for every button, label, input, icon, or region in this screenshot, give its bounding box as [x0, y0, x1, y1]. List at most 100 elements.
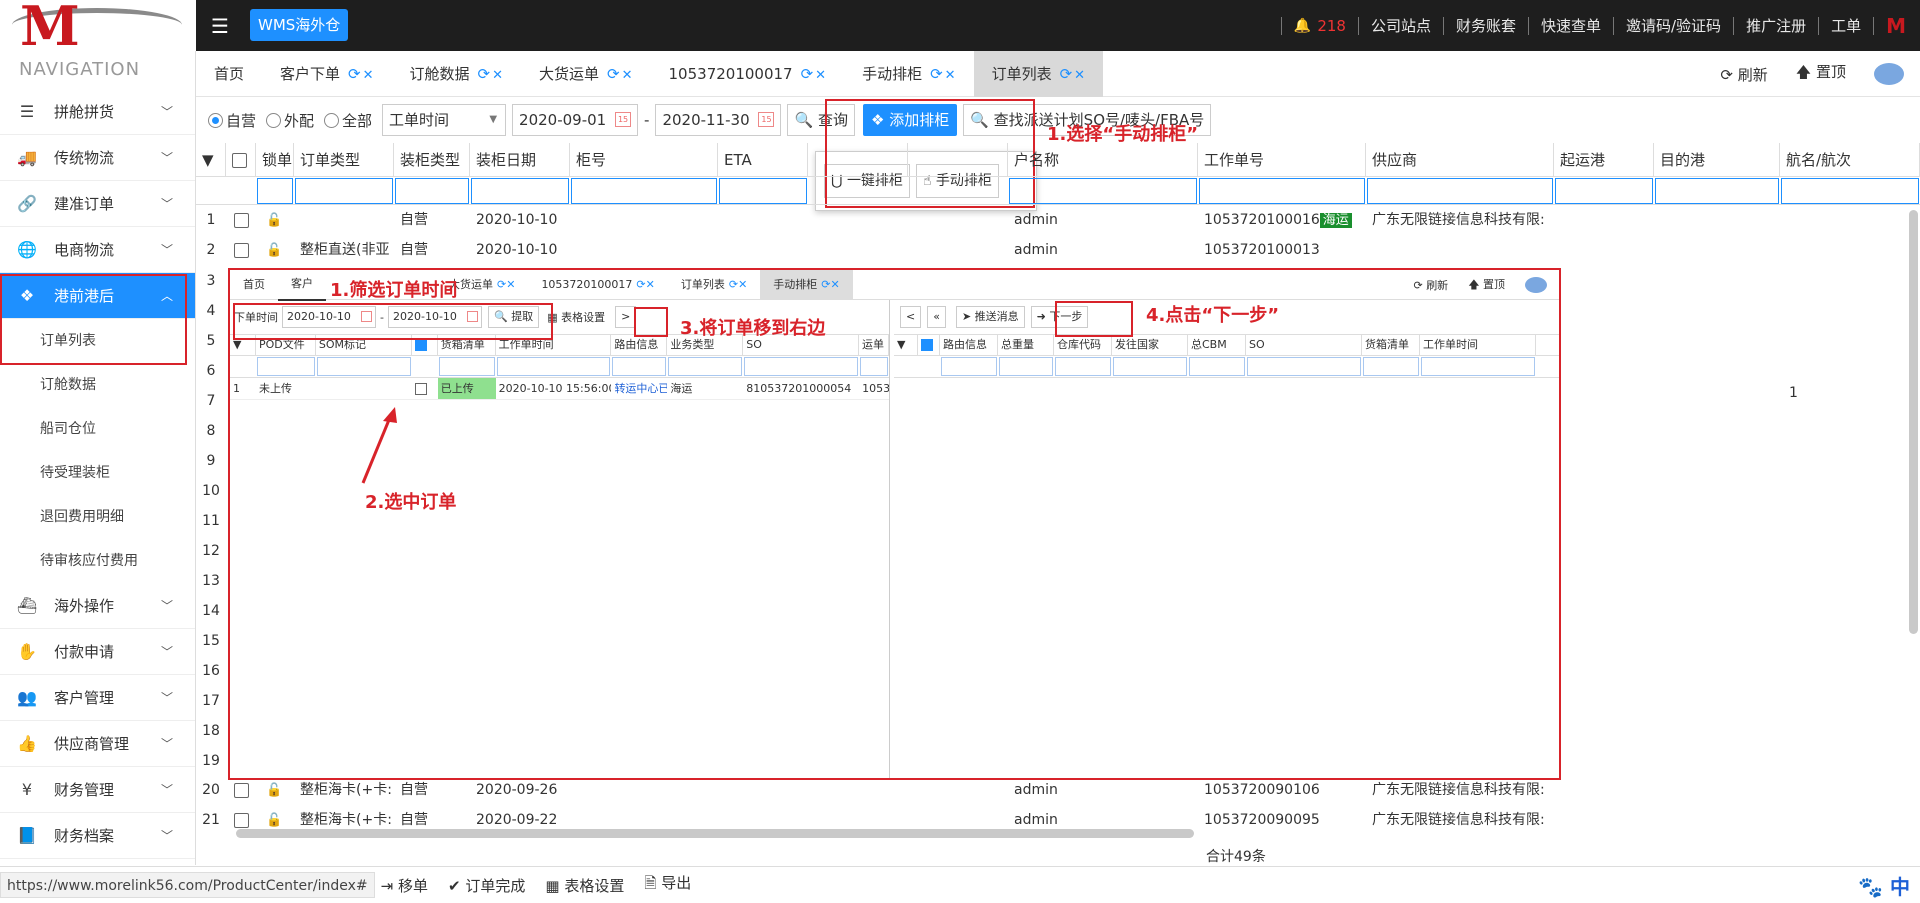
filter-input[interactable] [571, 178, 717, 204]
lock-open-icon[interactable]: 🔓 [256, 205, 294, 235]
order-complete-button[interactable]: ✔ 订单完成 [448, 875, 525, 896]
col-warehouse-code[interactable]: 仓库代码 [1054, 335, 1112, 355]
time-type-select[interactable]: 工单时间 [382, 104, 507, 136]
sidebar-item-consolidation[interactable]: ☰ 拼舱拼货 ﹀ [0, 89, 195, 135]
topnav-finance-books[interactable]: 财务账套 [1456, 15, 1516, 36]
col-lock[interactable]: 锁单 [256, 143, 294, 176]
move-order-button[interactable]: ⇥ 移单 [381, 875, 428, 896]
cell-job-no[interactable]: 1053720100013 [1198, 235, 1366, 265]
topnav-invite-code[interactable]: 邀请码/验证码 [1626, 15, 1721, 36]
filter-input[interactable] [744, 357, 859, 376]
grid-settings-button[interactable]: ▦ 表格设置 [547, 309, 605, 325]
sidebar-sub-pending-loading[interactable]: 待受理装柜 [0, 451, 195, 495]
col-waybill[interactable]: 运单 [859, 335, 889, 355]
table-row[interactable]: 1 未上传 已上传 2020-10-10 15:56:00 转运中心已 海运 8… [230, 378, 889, 400]
sidebar-item-payment[interactable]: ✋ 付款申请 ﹀ [0, 629, 195, 675]
col-load-date[interactable]: 装柜日期 [470, 143, 570, 176]
checkbox-checked[interactable] [414, 339, 427, 351]
inset-tab-home[interactable]: 首页 [230, 270, 278, 300]
radio-self[interactable]: 自营 [208, 110, 256, 131]
row-checkbox[interactable] [412, 378, 438, 399]
filter-icon[interactable]: ▼ [196, 143, 226, 176]
sidebar-item-customers[interactable]: 👥 客户管理 ﹀ [0, 675, 195, 721]
refresh-icon[interactable]: ⟳✕ [729, 278, 747, 291]
table-settings-button[interactable]: ▦ 表格设置 [545, 875, 624, 896]
tab-cargo-waybill[interactable]: 大货运单 ⟳ ✕ [521, 51, 651, 97]
filter-input[interactable] [612, 357, 667, 376]
col-order-type[interactable]: 订单类型 [294, 143, 394, 176]
sidebar-sub-pending-payable[interactable]: 待审核应付费用 [0, 539, 195, 583]
filter-input[interactable] [1113, 357, 1187, 376]
inset-top-button[interactable]: 🡅 置顶 [1468, 276, 1505, 295]
sidebar-item-finance[interactable]: ¥ 财务管理 ﹀ [0, 767, 195, 813]
vertical-scrollbar[interactable] [1909, 210, 1918, 634]
select-all-checkbox[interactable] [918, 335, 940, 355]
close-icon[interactable]: ✕ [492, 68, 503, 83]
radio-all[interactable]: 全部 [324, 110, 372, 131]
topnav-work-order[interactable]: 工单 [1831, 15, 1861, 36]
col-total-cbm[interactable]: 总CBM [1188, 335, 1246, 355]
table-row[interactable]: 2 🔓 整柜直送(非亚 自营 2020-10-10 admin 10537201… [196, 235, 1920, 265]
sidebar-sub-booking-data[interactable]: 订舱数据 [0, 363, 195, 407]
lock-open-icon[interactable]: 🔓 [256, 235, 294, 265]
refresh-icon[interactable]: ⟳ [930, 65, 943, 83]
refresh-icon[interactable]: ⟳ [1060, 65, 1073, 83]
sidebar-item-traditional[interactable]: 🚚 传统物流 ﹀ [0, 135, 195, 181]
filter-input[interactable] [257, 178, 293, 204]
col-eta[interactable]: ETA [718, 143, 808, 176]
export-button[interactable]: 🗎 导出 [644, 872, 691, 898]
close-icon[interactable]: ✕ [363, 68, 374, 83]
sidebar-item-finance-archive[interactable]: 📘 财务档案 ﹀ [0, 813, 195, 859]
tab-order-list[interactable]: 订单列表 ⟳ ✕ [973, 50, 1104, 97]
pin-top-button[interactable]: 🡅 置顶 [1796, 61, 1846, 87]
filter-input[interactable] [471, 178, 569, 204]
bell-icon[interactable]: 🔔 [1294, 18, 1311, 34]
checkbox[interactable] [232, 153, 247, 168]
col-container-no[interactable]: 柜号 [570, 143, 718, 176]
table-row[interactable]: 1 🔓 自营 2020-10-10 admin 1053720100016 海运 … [196, 205, 1920, 235]
filter-input[interactable] [1421, 357, 1535, 376]
inset-refresh-button[interactable]: ⟳ 刷新 [1413, 277, 1448, 293]
tab-customer-order[interactable]: 客户下单 ⟳ ✕ [262, 51, 392, 97]
col-load-type[interactable]: 装柜类型 [394, 143, 470, 176]
inset-tab-customer[interactable]: 客户 [278, 269, 326, 301]
close-icon[interactable]: ✕ [622, 68, 633, 83]
filter-input[interactable] [295, 178, 393, 204]
chat-robot-icon[interactable] [1874, 63, 1904, 85]
hamburger-menu-icon[interactable]: ☰ [202, 13, 238, 39]
date-from-input[interactable]: 2020-09-01 15 [512, 104, 639, 136]
refresh-icon[interactable]: ⟳✕ [821, 278, 839, 291]
filter-input[interactable] [1247, 357, 1361, 376]
date-to-input[interactable]: 2020-11-30 15 [655, 104, 782, 136]
close-icon[interactable]: ✕ [1074, 68, 1085, 83]
topnav-promo-register[interactable]: 推广注册 [1746, 15, 1806, 36]
filter-input[interactable] [1363, 357, 1419, 376]
col-origin-port[interactable]: 起运港 [1554, 143, 1654, 176]
topnav-company-site[interactable]: 公司站点 [1371, 15, 1431, 36]
inset-tab-order-list[interactable]: 订单列表 ⟳✕ [668, 270, 760, 300]
sidebar-item-overseas[interactable]: ⛴ 海外操作 ﹀ [0, 583, 195, 629]
company-logo[interactable]: M [0, 0, 196, 51]
filter-input[interactable] [1189, 357, 1245, 376]
cell-job-no[interactable]: 1053720100016 海运 [1198, 205, 1366, 235]
tab-booking-data[interactable]: 订舱数据 ⟳ ✕ [392, 51, 522, 97]
checkbox[interactable] [414, 383, 427, 395]
col-job-no[interactable]: 工作单号 [1198, 143, 1366, 176]
select-all-checkbox[interactable] [226, 143, 256, 176]
col-route[interactable]: 路由信息 [611, 335, 668, 355]
prev-button[interactable]: < [900, 306, 922, 328]
col-vessel[interactable]: 航名/航次 [1780, 143, 1920, 176]
brand-button[interactable]: WMS海外仓 [250, 9, 349, 41]
checkbox[interactable] [233, 212, 249, 228]
refresh-icon[interactable]: ⟳✕ [636, 278, 654, 291]
first-button[interactable]: « [927, 306, 946, 328]
notification-count[interactable]: 218 [1317, 17, 1346, 35]
checkbox[interactable] [233, 242, 249, 258]
user-avatar-icon[interactable]: M [1886, 14, 1906, 38]
inset-tab-manual[interactable]: 手动排柜 ⟳✕ [760, 269, 853, 300]
inset-tab-job[interactable]: 1053720100017 ⟳✕ [528, 270, 667, 300]
close-icon[interactable]: ✕ [945, 68, 956, 83]
refresh-button[interactable]: ⟳ 刷新 [1720, 64, 1767, 85]
refresh-icon[interactable]: ⟳ [801, 65, 814, 83]
horizontal-scrollbar[interactable] [236, 829, 1194, 838]
